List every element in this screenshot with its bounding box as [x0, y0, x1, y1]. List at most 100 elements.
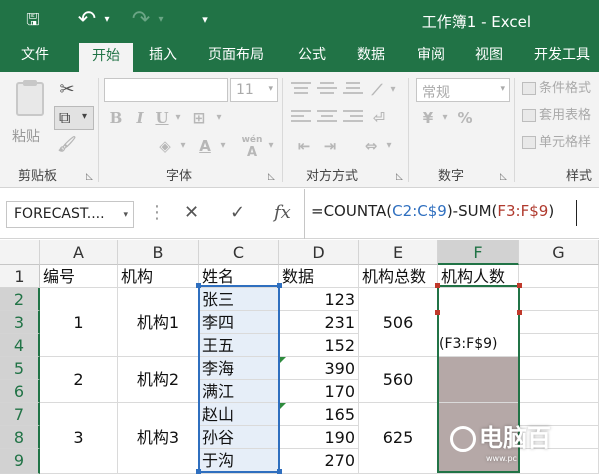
conditional-formatting-button[interactable]: 条件格式 [522, 78, 591, 100]
header-cell-org-total[interactable]: 机构总数 [359, 265, 438, 288]
tab-formulas[interactable]: 公式 [298, 40, 326, 72]
tab-home[interactable]: 开始 [79, 43, 133, 72]
underline-dropdown-icon[interactable]: ▾ [173, 108, 183, 128]
redo-dropdown-icon[interactable]: ▾ [154, 0, 168, 40]
copy-button[interactable]: ⧉ ▾ [54, 106, 94, 130]
name-cell[interactable]: 孙谷 [199, 426, 279, 449]
number-launcher-icon[interactable]: ◺ [500, 172, 507, 182]
column-header-f[interactable]: F [438, 240, 519, 265]
group-id-cell[interactable]: 1 [40, 288, 118, 357]
row-header-9[interactable]: 9 [0, 449, 40, 474]
tab-insert[interactable]: 插入 [149, 40, 177, 72]
orientation-dropdown-icon[interactable]: ▾ [388, 80, 398, 100]
format-as-table-button[interactable]: 套用表格 [522, 105, 591, 127]
phonetic-guide-icon[interactable]: wén [240, 135, 264, 145]
number-format-combo[interactable]: 常规 ▾ [416, 78, 510, 102]
align-right-icon[interactable] [343, 110, 363, 126]
alignment-launcher-icon[interactable]: ◺ [396, 172, 403, 182]
cancel-formula-icon[interactable]: ✕ [184, 202, 199, 223]
name-cell[interactable]: 张三 [199, 288, 279, 311]
align-left-icon[interactable] [291, 110, 311, 126]
tab-page-layout[interactable]: 页面布局 [208, 40, 264, 72]
cell-g2[interactable] [519, 288, 599, 311]
row-header-1[interactable]: 1 [0, 265, 40, 288]
format-painter-icon[interactable]: 🖌 [56, 134, 78, 154]
group-org-cell[interactable]: 机构3 [118, 403, 199, 474]
header-cell-id[interactable]: 编号 [40, 265, 118, 288]
error-indicator-icon[interactable] [280, 403, 286, 409]
range-handle[interactable] [435, 310, 440, 315]
top-align-icon[interactable] [291, 82, 311, 98]
undo-icon[interactable]: ↶ [72, 0, 102, 40]
increase-indent-icon[interactable]: ⇥ [320, 136, 340, 156]
value-cell[interactable]: 123 [279, 288, 359, 311]
row-header-3[interactable]: 3 [0, 311, 40, 334]
phonetic-dropdown-icon[interactable]: ▾ [266, 136, 276, 156]
name-cell[interactable]: 于沟 [199, 449, 279, 474]
value-cell[interactable]: 190 [279, 426, 359, 449]
currency-dropdown-icon[interactable]: ▾ [440, 108, 450, 128]
cell-g3[interactable] [519, 311, 599, 334]
tab-view[interactable]: 视图 [475, 40, 503, 72]
value-cell[interactable]: 152 [279, 334, 359, 357]
group-total-cell[interactable]: 506 [359, 288, 438, 357]
column-header-a[interactable]: A [40, 240, 118, 265]
org-count-cell[interactable] [438, 357, 519, 403]
fill-color-icon[interactable]: ◈ [156, 136, 174, 156]
font-color-dropdown-icon[interactable]: ▾ [218, 136, 228, 156]
value-cell[interactable]: 231 [279, 311, 359, 334]
italic-button[interactable]: I [131, 108, 149, 128]
font-size-combo[interactable]: 11 ▾ [230, 78, 278, 102]
column-header-g[interactable]: G [519, 240, 599, 265]
column-header-b[interactable]: B [118, 240, 199, 265]
formula-input[interactable]: =COUNTA(C2:C$9)-SUM(F3:F$9) [304, 189, 599, 239]
bottom-align-icon[interactable] [343, 82, 363, 98]
enter-formula-icon[interactable]: ✓ [230, 202, 245, 223]
group-org-cell[interactable]: 机构1 [118, 288, 199, 357]
cell-styles-button[interactable]: 单元格样 [522, 132, 591, 154]
header-cell-name[interactable]: 姓名 [199, 265, 279, 288]
merge-dropdown-icon[interactable]: ▾ [384, 136, 394, 156]
currency-icon[interactable]: ¥ [420, 108, 436, 128]
redo-icon[interactable]: ↷ [126, 0, 156, 40]
header-cell-data[interactable]: 数据 [279, 265, 359, 288]
range-handle[interactable] [196, 469, 201, 474]
worksheet-grid[interactable]: A B C D E F G 1 2 3 4 5 6 7 8 9 编号 机构 姓名… [0, 240, 599, 474]
range-handle[interactable] [517, 283, 522, 288]
align-center-icon[interactable] [317, 110, 337, 126]
row-header-4[interactable]: 4 [0, 334, 40, 357]
range-handle[interactable] [435, 283, 440, 288]
name-box[interactable]: FORECAST.... ▾ [6, 201, 134, 228]
column-header-e[interactable]: E [359, 240, 438, 265]
row-header-2[interactable]: 2 [0, 288, 40, 311]
paste-button[interactable]: 粘贴 [10, 80, 52, 150]
range-handle[interactable] [277, 469, 282, 474]
name-cell[interactable]: 王五 [199, 334, 279, 357]
font-launcher-icon[interactable]: ◺ [268, 172, 275, 182]
fill-color-dropdown-icon[interactable]: ▾ [178, 136, 188, 156]
tab-developer[interactable]: 开发工具 [534, 40, 590, 72]
underline-button[interactable]: U [153, 108, 171, 128]
range-handle[interactable] [517, 310, 522, 315]
row-header-8[interactable]: 8 [0, 426, 40, 449]
row-header-7[interactable]: 7 [0, 403, 40, 426]
wrap-text-icon[interactable]: ⏎ [368, 108, 390, 128]
group-id-cell[interactable]: 3 [40, 403, 118, 474]
tab-review[interactable]: 审阅 [417, 40, 445, 72]
name-cell[interactable]: 李四 [199, 311, 279, 334]
border-dropdown-icon[interactable]: ▾ [214, 108, 224, 128]
border-icon[interactable]: ⊞ [190, 108, 208, 128]
name-cell[interactable]: 满江 [199, 380, 279, 403]
column-header-c[interactable]: C [199, 240, 279, 265]
middle-align-icon[interactable] [317, 82, 337, 98]
percent-icon[interactable]: % [456, 108, 474, 128]
insert-function-icon[interactable]: fx [274, 202, 291, 223]
merge-center-icon[interactable]: ⇔ [360, 136, 382, 156]
row-header-6[interactable]: 6 [0, 380, 40, 403]
value-cell[interactable]: 165 [279, 403, 359, 426]
cell-g5[interactable] [519, 357, 599, 380]
error-indicator-icon[interactable] [280, 357, 286, 363]
tab-file[interactable]: 文件 [21, 40, 49, 72]
cut-icon[interactable]: ✂ [56, 80, 78, 100]
formula-bar-grip-icon[interactable]: ⋮ [148, 202, 166, 223]
